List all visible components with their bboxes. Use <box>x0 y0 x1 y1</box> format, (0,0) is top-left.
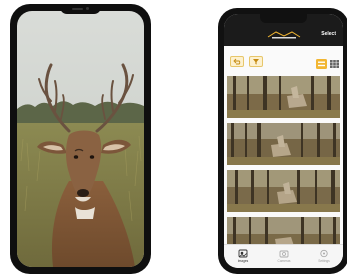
settings-icon <box>320 249 328 258</box>
tab-images[interactable]: Images <box>228 249 258 263</box>
fullscreen-photo-view[interactable] <box>17 11 144 267</box>
camera-icon <box>279 250 289 258</box>
tab-images-label: Images <box>237 259 249 263</box>
images-icon <box>238 249 248 258</box>
thumbnail-item[interactable] <box>227 76 340 118</box>
phone-notch <box>260 14 307 23</box>
phone-left <box>10 4 151 274</box>
bottom-tab-bar: Images Cameras Settings <box>224 244 343 268</box>
grid-view-icon <box>330 60 339 68</box>
phone-right: Select Images Cameras Settings <box>218 8 347 274</box>
brand-logo-icon <box>267 31 301 39</box>
gallery-screen: Select Images Cameras Settings <box>224 14 343 268</box>
thumbnail-item[interactable] <box>227 170 340 212</box>
thumbnail-item[interactable] <box>227 123 340 165</box>
deer-photo <box>227 76 340 118</box>
app-showcase: Select Images Cameras Settings <box>0 0 347 278</box>
buck-photo <box>17 11 144 267</box>
undo-button[interactable] <box>230 56 244 67</box>
deer-photo <box>227 170 340 212</box>
tab-settings[interactable]: Settings <box>309 249 339 263</box>
select-button[interactable]: Select <box>321 31 336 37</box>
tab-settings-label: Settings <box>318 259 330 263</box>
undo-icon <box>233 58 241 65</box>
list-view-button[interactable] <box>316 56 327 69</box>
phone-notch <box>60 4 101 14</box>
tab-cameras-label: Cameras <box>277 259 291 263</box>
gallery-toolbar <box>224 46 343 74</box>
grid-view-button[interactable] <box>329 56 340 68</box>
list-view-icon <box>316 59 327 69</box>
filter-button[interactable] <box>249 56 263 67</box>
thumbnail-list <box>227 76 340 264</box>
app-header: Select <box>224 14 343 46</box>
deer-photo <box>227 123 340 165</box>
filter-icon <box>253 59 259 65</box>
tab-cameras[interactable]: Cameras <box>269 249 299 263</box>
